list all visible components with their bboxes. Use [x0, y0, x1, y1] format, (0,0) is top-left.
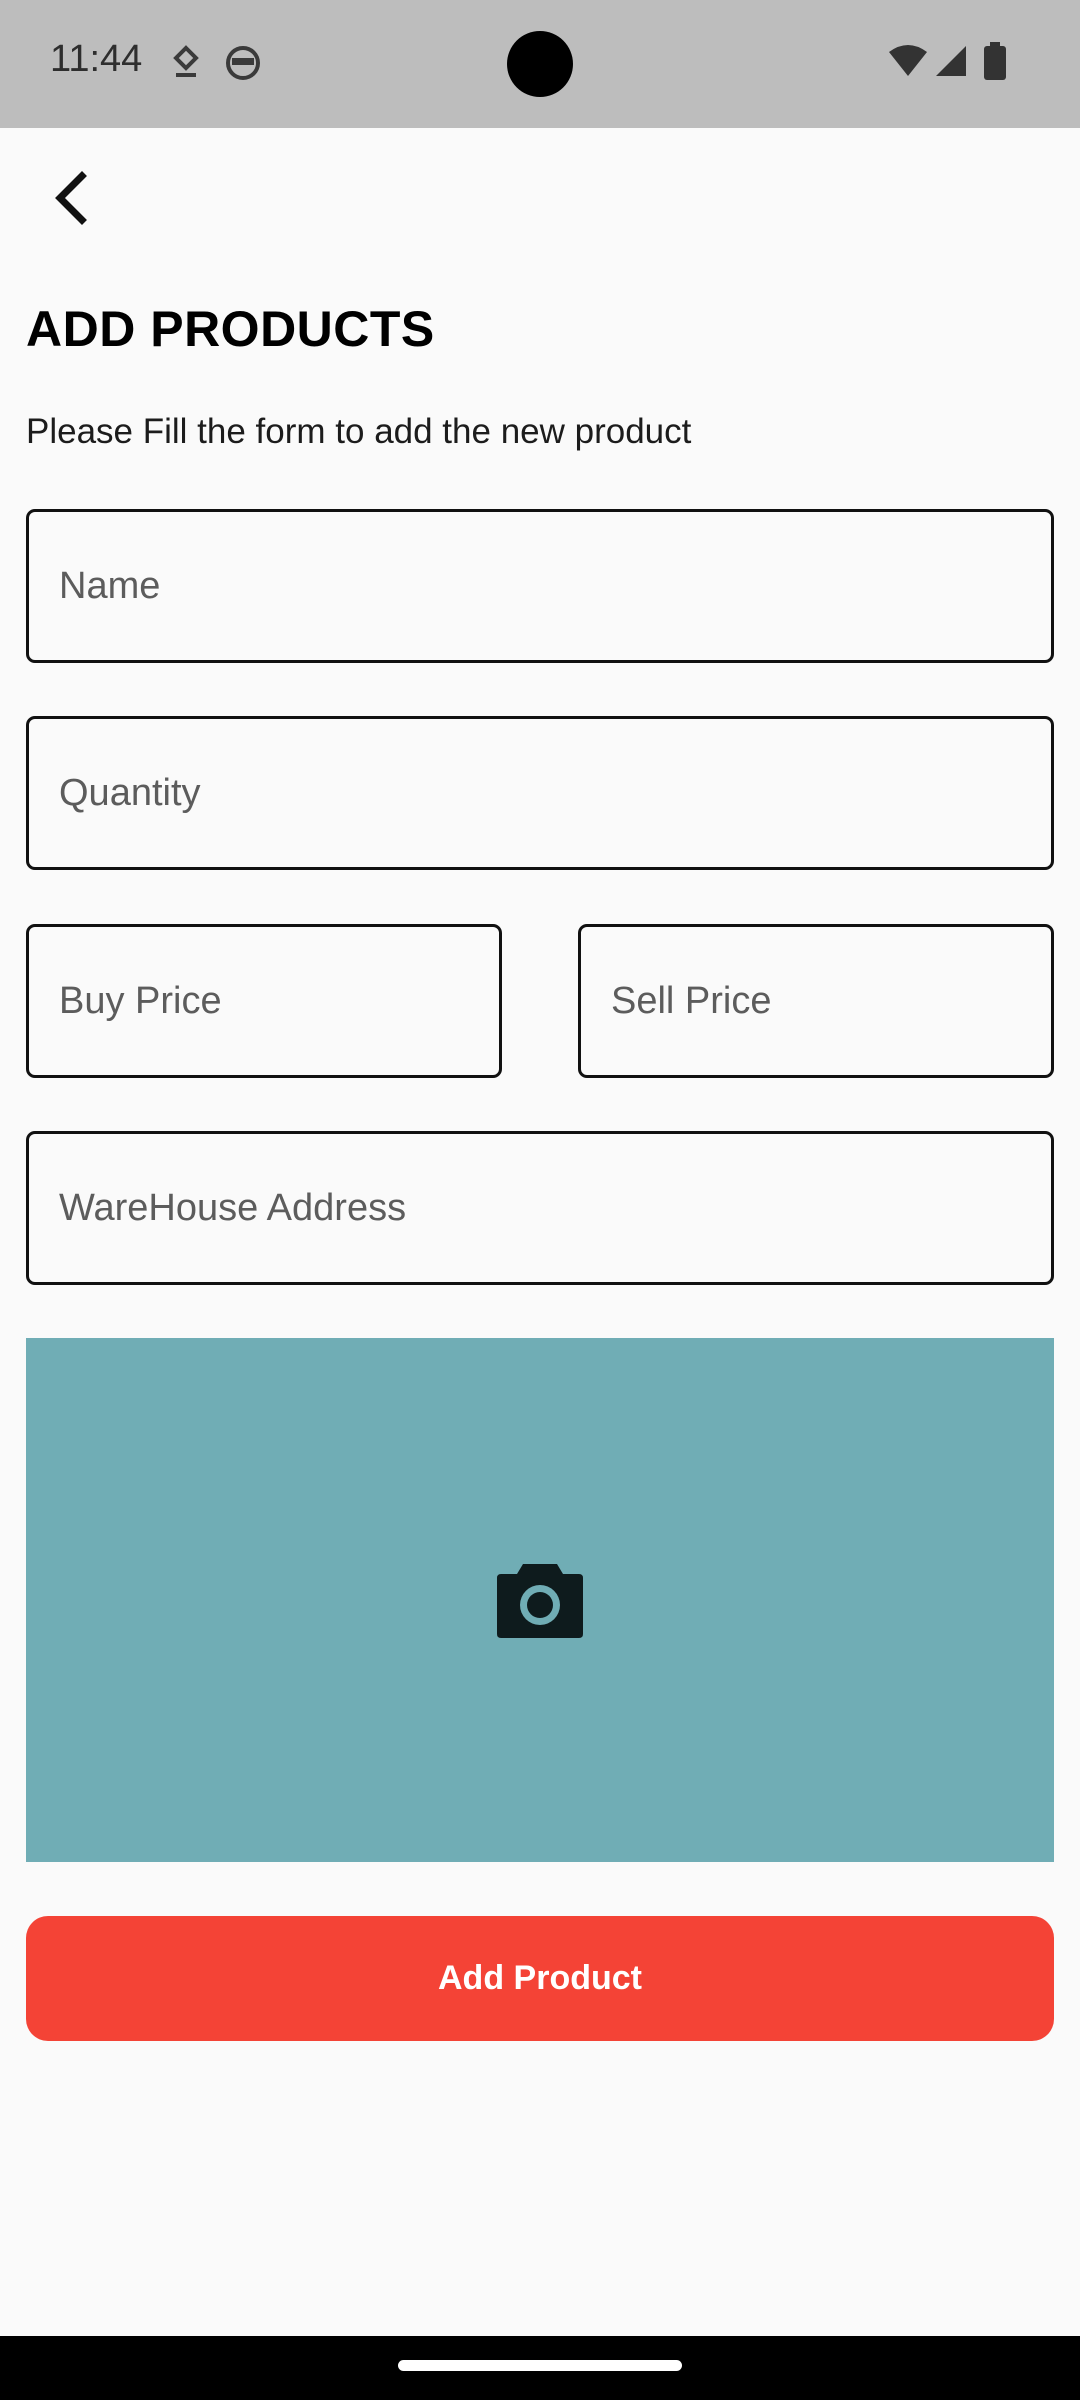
- page-subtitle: Please Fill the form to add the new prod…: [26, 412, 692, 451]
- chevron-left-icon: [48, 170, 96, 231]
- wifi-icon: [888, 44, 928, 83]
- page-title: ADD PRODUCTS: [26, 301, 435, 357]
- home-indicator[interactable]: [398, 2360, 682, 2371]
- name-field[interactable]: [26, 509, 1054, 663]
- buy-price-field[interactable]: [26, 924, 502, 1078]
- app-bar: [0, 128, 1080, 274]
- cell-signal-icon: [934, 44, 968, 83]
- camera-icon: [495, 1558, 585, 1643]
- status-bar: 11:44: [0, 0, 1080, 128]
- quantity-field[interactable]: [26, 716, 1054, 870]
- status-time: 11:44: [50, 38, 143, 80]
- back-button[interactable]: [36, 164, 108, 236]
- add-products-screen: 11:44 ADD PRODUCTS Please Fill the form …: [0, 0, 1080, 2400]
- image-picker[interactable]: [26, 1338, 1054, 1862]
- warehouse-address-field[interactable]: [26, 1131, 1054, 1285]
- notification-download-icon: [172, 44, 200, 85]
- android-face-icon: [224, 44, 262, 85]
- battery-icon: [984, 42, 1006, 85]
- navigation-bar: [0, 2336, 1080, 2400]
- sell-price-field[interactable]: [578, 924, 1054, 1078]
- front-camera: [507, 31, 573, 97]
- add-product-button[interactable]: Add Product: [26, 1916, 1054, 2041]
